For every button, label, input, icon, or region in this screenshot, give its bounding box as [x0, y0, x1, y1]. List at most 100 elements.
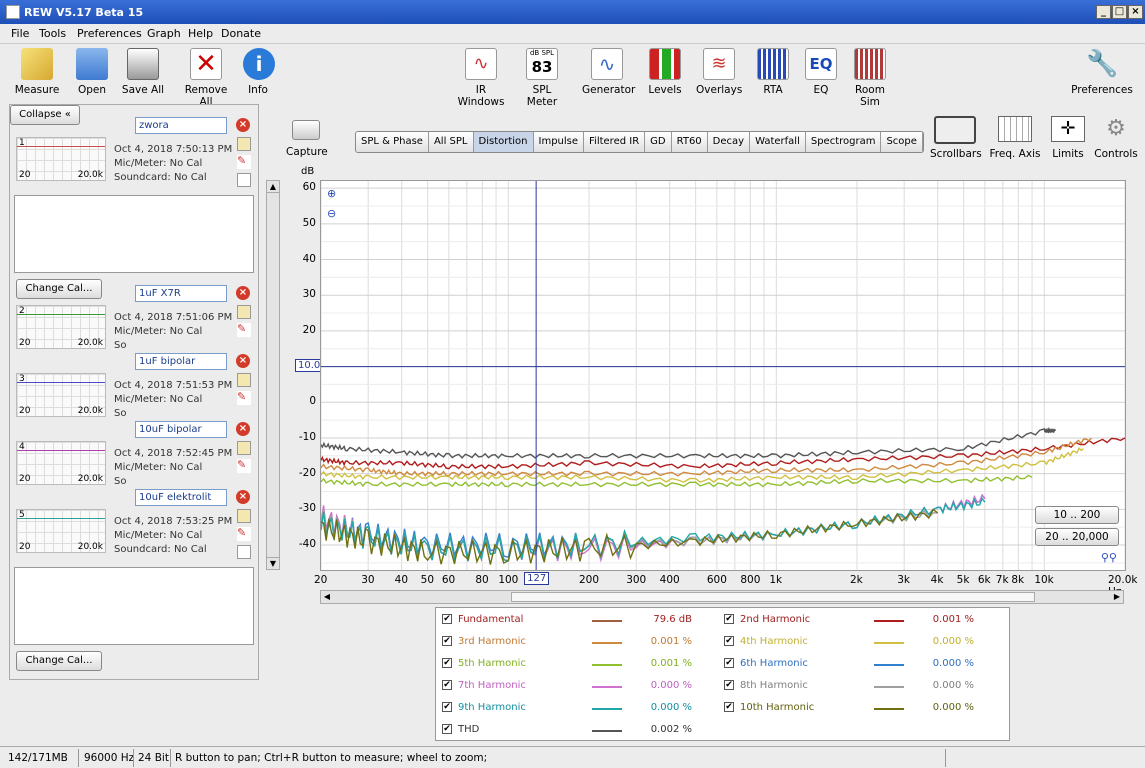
room-sim-button[interactable]: Room Sim [845, 48, 895, 108]
remove-measurement-icon[interactable]: × [236, 422, 250, 436]
measurement-info: Oct 4, 2018 7:52:45 PM Mic/Meter: No Cal… [114, 447, 232, 489]
remove-measurement-icon[interactable]: × [236, 354, 250, 368]
controls-button[interactable]: ⚙ Controls [1094, 116, 1138, 160]
tab-decay[interactable]: Decay [707, 132, 751, 152]
thumbnail-trace [17, 146, 105, 147]
legend-checkbox[interactable]: ✔ [724, 702, 734, 712]
scroll-left-icon[interactable]: ◀ [321, 591, 333, 603]
zoom-out-icon[interactable]: ⊖ [327, 207, 336, 220]
rta-button[interactable]: RTA [756, 48, 790, 96]
limits-button[interactable]: ✛ Limits [1048, 116, 1088, 160]
notes-icon[interactable] [237, 173, 251, 187]
overlays-button[interactable]: ≋ Overlays [696, 48, 742, 96]
measurement-card-5[interactable]: 10uF elektrolit × 5 20 20.0k Oct 4, 2018… [14, 489, 254, 671]
measurement-name-field[interactable]: 10uF elektrolit [135, 489, 227, 506]
remove-measurement-icon[interactable]: × [236, 490, 250, 504]
legend-value: 0.000 % [932, 636, 974, 647]
measurement-notes[interactable] [14, 195, 254, 273]
tab-spl-phase[interactable]: SPL & Phase [356, 132, 429, 152]
tab-distortion[interactable]: Distortion [473, 132, 534, 152]
legend-checkbox[interactable]: ✔ [442, 680, 452, 690]
pen-icon[interactable]: ✎ [237, 527, 251, 541]
remove-measurement-icon[interactable]: × [236, 118, 250, 132]
legend-checkbox[interactable]: ✔ [442, 614, 452, 624]
tab-impulse[interactable]: Impulse [533, 132, 585, 152]
legend-checkbox[interactable]: ✔ [724, 680, 734, 690]
menu-help[interactable]: Help [188, 27, 213, 40]
edit-icon[interactable] [237, 137, 251, 151]
zoom-in-icon[interactable]: ⊕ [327, 187, 336, 200]
scroll-up-icon[interactable]: ▲ [267, 181, 279, 193]
collapse-button[interactable]: Collapse « [10, 105, 80, 125]
legend-checkbox[interactable]: ✔ [724, 614, 734, 624]
legend-checkbox[interactable]: ✔ [442, 658, 452, 668]
measurement-name-field[interactable]: zwora [135, 117, 227, 134]
legend-checkbox[interactable]: ✔ [442, 724, 452, 734]
change-cal-button[interactable]: Change Cal... [16, 651, 102, 671]
measurement-name-field[interactable]: 10uF bipolar [135, 421, 227, 438]
ir-windows-button[interactable]: ∿ IR Windows [451, 48, 511, 108]
eq-button[interactable]: EQ EQ [805, 48, 837, 96]
magnifier-icon[interactable]: ⚲⚲ [1101, 551, 1117, 564]
measurement-thumbnail: 5 20 20.0k [16, 509, 106, 553]
edit-icon[interactable] [237, 509, 251, 523]
menu-file[interactable]: File [11, 27, 29, 40]
close-button[interactable]: × [1128, 5, 1143, 19]
measurement-name-field[interactable]: 1uF X7R [135, 285, 227, 302]
measure-button[interactable]: Measure [12, 48, 62, 96]
scroll-down-icon[interactable]: ▼ [267, 557, 279, 569]
open-button[interactable]: Open [70, 48, 114, 96]
tab-spectrogram[interactable]: Spectrogram [805, 132, 882, 152]
edit-icon[interactable] [237, 305, 251, 319]
remove-all-button[interactable]: ✕ Remove All [177, 48, 235, 108]
pen-icon[interactable]: ✎ [237, 391, 251, 405]
range-10-200-button[interactable]: 10 .. 200 [1035, 506, 1119, 524]
scroll-thumb[interactable] [511, 592, 1035, 602]
edit-icon[interactable] [237, 441, 251, 455]
x-tick-label: 7k [995, 574, 1009, 586]
graph-horizontal-scrollbar[interactable]: ◀ ▶ [320, 590, 1124, 604]
notes-icon[interactable] [237, 545, 251, 559]
freq-axis-button[interactable]: Freq. Axis [988, 116, 1042, 160]
distortion-graph[interactable]: ⊕ ⊖ ⚲⚲ [320, 180, 1126, 571]
tab-waterfall[interactable]: Waterfall [750, 132, 806, 152]
spl-meter-button[interactable]: dB SPL 83 SPL Meter [517, 48, 567, 108]
legend-checkbox[interactable]: ✔ [724, 636, 734, 646]
panel-scrollbar[interactable]: ▲ ▼ [266, 180, 280, 570]
legend-checkbox[interactable]: ✔ [724, 658, 734, 668]
minimize-button[interactable]: _ [1096, 5, 1111, 19]
menu-graph[interactable]: Graph [147, 27, 181, 40]
edit-icon[interactable] [237, 373, 251, 387]
tab-all-spl[interactable]: All SPL [428, 132, 474, 152]
pen-icon[interactable]: ✎ [237, 155, 251, 169]
maximize-button[interactable]: □ [1112, 5, 1127, 19]
tab-rt60[interactable]: RT60 [671, 132, 708, 152]
remove-measurement-icon[interactable]: × [236, 286, 250, 300]
range-20-20000-button[interactable]: 20 .. 20,000 [1035, 528, 1119, 546]
menu-preferences[interactable]: Preferences [77, 27, 142, 40]
measurement-name-field[interactable]: 1uF bipolar [135, 353, 227, 370]
menu-donate[interactable]: Donate [221, 27, 261, 40]
save-all-button[interactable]: Save All [120, 48, 166, 96]
scroll-right-icon[interactable]: ▶ [1111, 591, 1123, 603]
wrench-icon: 🔧 [1086, 49, 1119, 79]
measurement-notes[interactable] [14, 567, 254, 645]
preferences-button[interactable]: 🔧 Preferences [1071, 48, 1133, 96]
menu-tools[interactable]: Tools [39, 27, 66, 40]
change-cal-button[interactable]: Change Cal... [16, 279, 102, 299]
tab-scope[interactable]: Scope [881, 132, 923, 152]
legend-checkbox[interactable]: ✔ [442, 702, 452, 712]
tab-filtered-ir[interactable]: Filtered IR [584, 132, 646, 152]
legend-checkbox[interactable]: ✔ [442, 636, 452, 646]
remove-icon: ✕ [190, 48, 222, 80]
tab-gd[interactable]: GD [645, 132, 672, 152]
scrollbars-button[interactable]: Scrollbars [930, 116, 982, 160]
measurement-card-1[interactable]: zwora × 1 20 20.0k Oct 4, 2018 7:50:13 P… [14, 117, 254, 299]
generator-button[interactable]: ∿ Generator [582, 48, 635, 96]
pen-icon[interactable]: ✎ [237, 323, 251, 337]
capture-button[interactable]: Capture [286, 120, 328, 158]
info-button[interactable]: i Info [243, 48, 275, 96]
pen-icon[interactable]: ✎ [237, 459, 251, 473]
levels-button[interactable]: Levels [645, 48, 685, 96]
legend-swatch [874, 620, 904, 622]
